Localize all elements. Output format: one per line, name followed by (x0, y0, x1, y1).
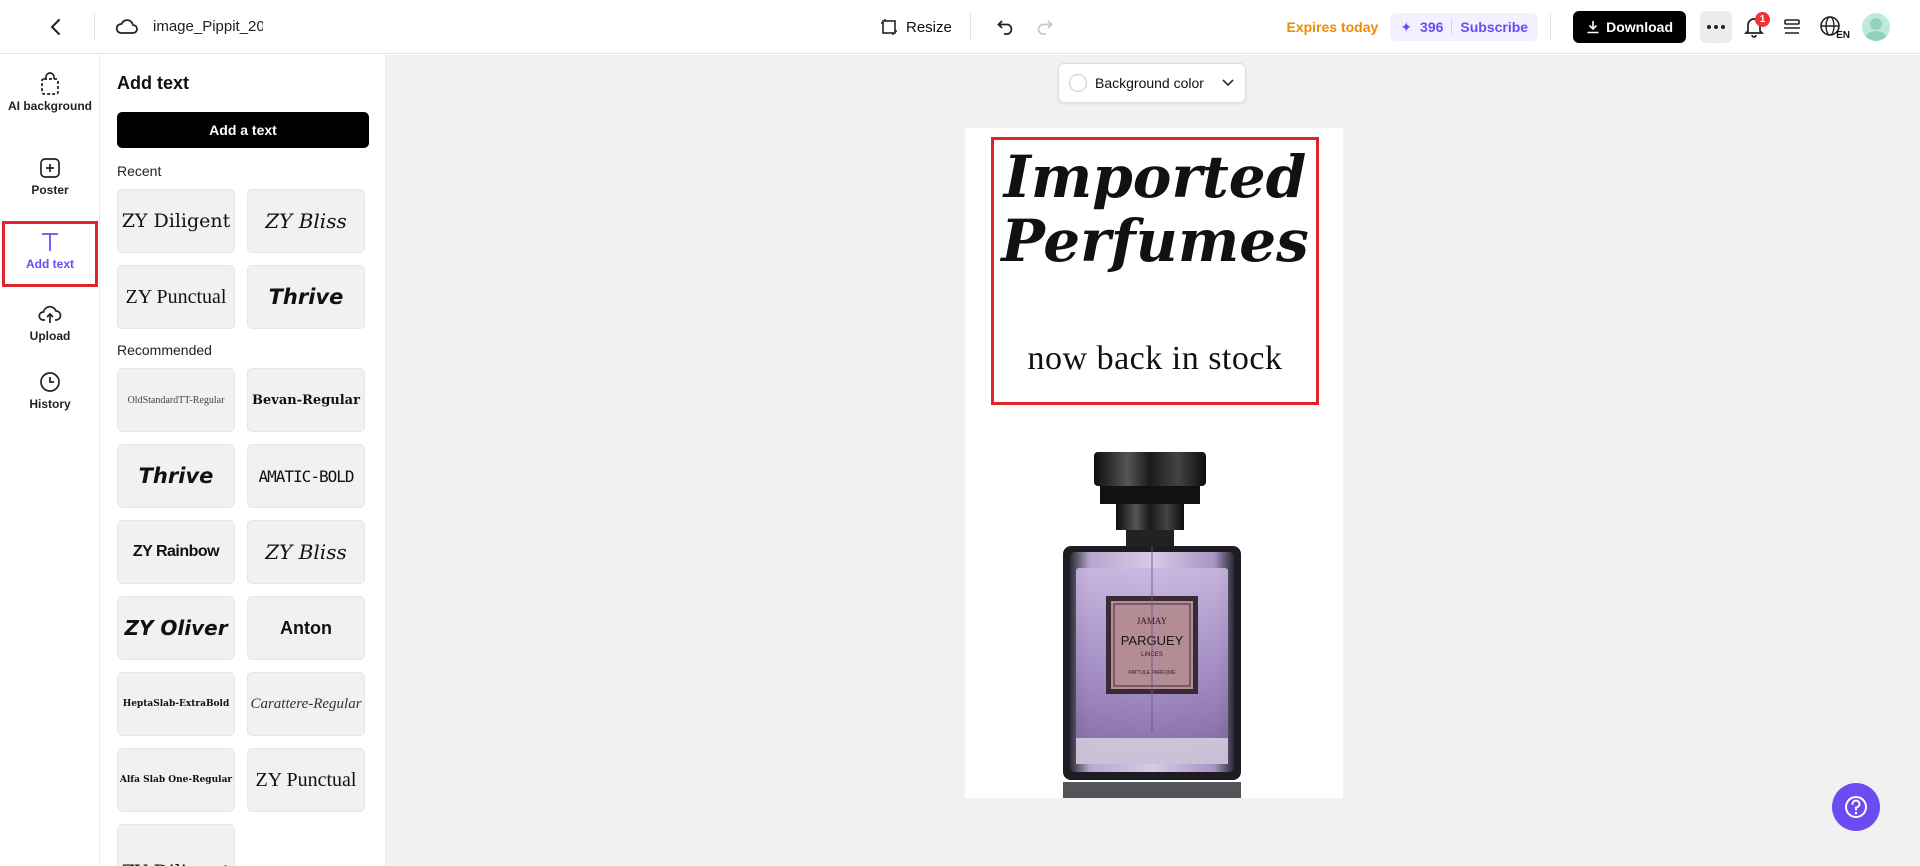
redo-icon (1037, 20, 1053, 35)
recommended-section-label: Recommended (117, 342, 212, 358)
divider (969, 13, 971, 41)
more-options-button[interactable] (1700, 11, 1732, 43)
credits-badge[interactable]: ✦ 396 Subscribe (1390, 13, 1539, 41)
back-button[interactable] (36, 7, 76, 47)
download-button[interactable]: Download (1573, 11, 1686, 43)
resize-label: Resize (906, 18, 952, 36)
question-mark-icon (1845, 796, 1867, 818)
chevron-down-icon (1222, 79, 1234, 87)
rail-item-ai-background[interactable]: AI background (2, 71, 98, 113)
rail-item-add-text[interactable]: Add text (2, 221, 98, 287)
rail-label: Upload (29, 329, 71, 343)
background-color-label: Background color (1095, 75, 1204, 91)
font-tile-zy-punctual[interactable]: ZY Punctual (117, 265, 235, 329)
top-bar-center: Resize (880, 0, 1059, 54)
chevron-left-icon (50, 18, 60, 35)
selected-text-box[interactable]: Imported Perfumes now back in stock (991, 137, 1319, 405)
top-bar-left: image_Pippit_20 (0, 0, 263, 53)
font-tile-alfa-slab[interactable]: Alfa Slab One-Regular (117, 748, 235, 812)
credits-value: 396 (1420, 19, 1444, 35)
subscribe-link[interactable]: Subscribe (1460, 19, 1528, 35)
font-tile-anton[interactable]: Anton (247, 596, 365, 660)
poster-icon (39, 155, 61, 181)
language-code: EN (1836, 30, 1850, 41)
more-dots-icon (1707, 25, 1725, 29)
headline-line-1[interactable]: Imported (994, 144, 1316, 210)
layers-button[interactable] (1776, 11, 1808, 43)
user-avatar[interactable] (1862, 13, 1890, 41)
font-tile-thrive[interactable]: Thrive (247, 265, 365, 329)
expires-label: Expires today (1286, 19, 1379, 35)
poster-canvas[interactable]: Imported Perfumes now back in stock PARG… (965, 128, 1343, 798)
color-swatch-icon (1069, 74, 1087, 92)
panel-title: Add text (117, 73, 189, 93)
headline-line-2[interactable]: Perfumes (994, 208, 1316, 274)
filename-label[interactable]: image_Pippit_20 (153, 18, 263, 35)
font-tile-thrive[interactable]: Thrive (117, 444, 235, 508)
recent-section-label: Recent (117, 163, 162, 179)
notifications-button[interactable]: 1 (1738, 11, 1770, 43)
add-text-panel: Add text Add a text Recent ZY Diligent Z… (101, 55, 386, 866)
cloud-save-icon[interactable] (113, 13, 141, 41)
ai-bag-icon (39, 71, 61, 97)
undo-button[interactable] (991, 12, 1021, 42)
font-tile-zy-oliver[interactable]: ZY Oliver (117, 596, 235, 660)
font-tile-amatic[interactable]: AMATIC-BOLD (247, 444, 365, 508)
font-tile-zy-punctual[interactable]: ZY Punctual (247, 748, 365, 812)
rail-item-history[interactable]: History (2, 369, 98, 411)
redo-button[interactable] (1029, 12, 1059, 42)
divider (1451, 19, 1453, 35)
divider (94, 12, 95, 41)
rail-label: Add text (26, 257, 74, 271)
font-tile-zy-diligent[interactable]: ZY Diligent (117, 824, 235, 866)
font-tile-bevan[interactable]: Bevan-Regular (247, 368, 365, 432)
divider (1550, 13, 1552, 41)
font-tile-zy-bliss[interactable]: ZY Bliss (247, 189, 365, 253)
clock-icon (39, 369, 61, 395)
font-tile-zy-rainbow[interactable]: ZY Rainbow (117, 520, 235, 584)
undo-icon (997, 20, 1013, 35)
notification-badge: 1 (1755, 12, 1770, 27)
font-tile-oldstandard[interactable]: OldStandardTT-Regular (117, 368, 235, 432)
help-button[interactable] (1832, 783, 1880, 831)
resize-icon (881, 19, 897, 35)
font-tile-carattere[interactable]: Carattere-Regular (247, 672, 365, 736)
font-tile-zy-bliss[interactable]: ZY Bliss (247, 520, 365, 584)
left-tool-rail: AI background Poster Add text Upload His… (0, 55, 100, 866)
stack-icon (1784, 19, 1800, 34)
font-tile-zy-diligent[interactable]: ZY Diligent (117, 189, 235, 253)
background-color-button[interactable]: Background color (1058, 63, 1246, 103)
top-bar-right: Expires today ✦ 396 Subscribe Download 1… (1286, 0, 1920, 54)
sparkle-icon: ✦ (1400, 18, 1413, 35)
language-button[interactable]: EN (1814, 11, 1850, 43)
rail-item-poster[interactable]: Poster (2, 155, 98, 197)
resize-button[interactable]: Resize (880, 18, 952, 36)
rail-item-upload[interactable]: Upload (2, 301, 98, 343)
subline-text[interactable]: now back in stock (994, 340, 1316, 378)
download-label: Download (1606, 19, 1673, 35)
top-bar: image_Pippit_20 Resize Expires today ✦ 3… (0, 0, 1920, 54)
rail-label: Poster (31, 183, 69, 197)
font-tile-heptaslab[interactable]: HeptaSlab-ExtraBold (117, 672, 235, 736)
rail-label: History (29, 397, 71, 411)
upload-cloud-icon (38, 301, 62, 327)
canvas-area: Background color Imported Perfumes now b… (386, 55, 1920, 866)
rail-label: AI background (7, 99, 92, 113)
add-a-text-button[interactable]: Add a text (117, 112, 369, 148)
download-icon (1587, 21, 1599, 34)
text-t-icon (40, 229, 60, 255)
perfume-bottle-image[interactable]: JAMAY PARGUEY LINCES PATTULE PARFUME (1060, 452, 1244, 798)
